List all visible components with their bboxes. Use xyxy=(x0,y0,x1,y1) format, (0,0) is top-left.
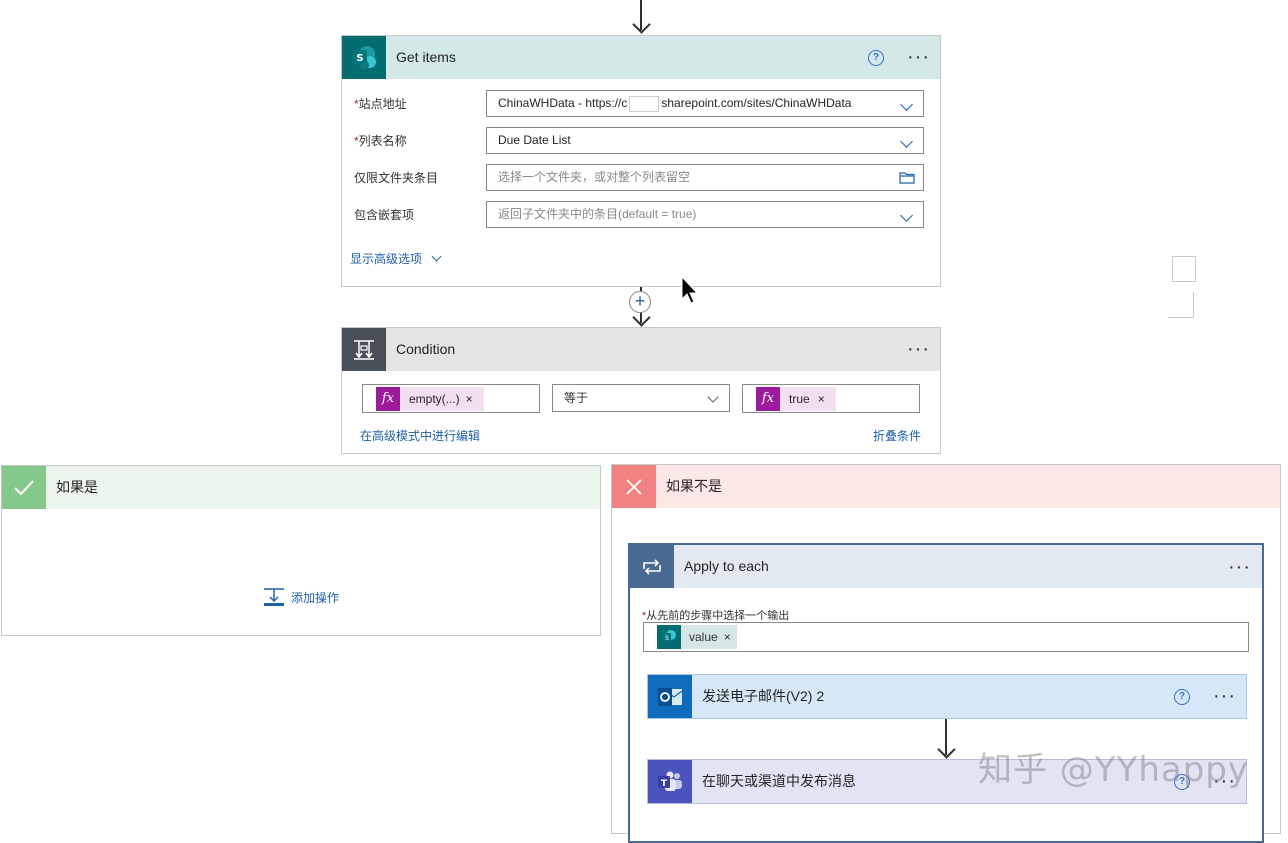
teams-post-title: 在聊天或渠道中发布消息 xyxy=(702,773,856,789)
svg-text:T: T xyxy=(661,779,668,789)
operator-dropdown[interactable]: 等于 xyxy=(552,384,730,412)
condition-icon xyxy=(342,328,386,371)
add-action-icon xyxy=(264,588,284,606)
if-no-header[interactable]: 如果不是 xyxy=(612,465,1280,508)
watermark: 知乎 @YYhappy xyxy=(978,750,1250,790)
advanced-mode-link[interactable]: 在高级模式中进行编辑 xyxy=(360,427,480,444)
more-options-icon[interactable]: ··· xyxy=(1213,686,1236,706)
more-options-icon[interactable]: ··· xyxy=(907,47,930,67)
if-yes-header[interactable]: 如果是 xyxy=(2,466,600,509)
top-connector-arrow xyxy=(632,15,651,34)
if-no-title: 如果不是 xyxy=(666,478,722,494)
chevron-down-icon[interactable] xyxy=(900,98,913,111)
get-items-title: Get items xyxy=(396,49,456,65)
teams-icon: T xyxy=(648,760,692,803)
apply-to-each-title: Apply to each xyxy=(684,558,769,574)
list-name-field[interactable]: Due Date List xyxy=(486,127,924,154)
outlook-icon xyxy=(648,675,692,718)
site-address-field[interactable]: ChinaWHData - https://c sharepoint.com/si… xyxy=(486,90,924,117)
partial-box xyxy=(1172,256,1196,282)
apply-to-each-card[interactable]: Apply to each ··· *从先前的步骤中选择一个输出 S value… xyxy=(628,543,1264,843)
show-advanced-link[interactable]: 显示高级选项 xyxy=(350,250,442,267)
svg-text:S: S xyxy=(665,635,669,642)
get-items-header[interactable]: S Get items ? ··· xyxy=(342,36,940,79)
apply-to-each-header[interactable]: Apply to each ··· xyxy=(630,545,1262,588)
site-address-label: *站点地址 xyxy=(354,97,407,111)
folder-icon[interactable] xyxy=(899,171,915,184)
chevron-down-icon[interactable] xyxy=(900,209,913,222)
add-action-button[interactable]: 添加操作 xyxy=(263,587,339,607)
expression-token[interactable]: fx true × xyxy=(756,387,836,411)
checkmark-icon xyxy=(2,466,46,509)
partial-box xyxy=(1168,292,1194,318)
loop-icon xyxy=(630,545,674,588)
condition-left-operand[interactable]: fx empty(...) × xyxy=(362,384,540,413)
get-items-card[interactable]: S Get items ? ··· *站点地址 ChinaWHData - ht… xyxy=(341,35,941,287)
condition-card[interactable]: Condition ··· fx empty(...) × 等于 fx true… xyxy=(341,327,941,454)
nested-items-label: 包含嵌套项 xyxy=(354,208,415,222)
redaction-box xyxy=(629,95,660,112)
sharepoint-icon: S xyxy=(657,625,681,649)
value-token[interactable]: S value × xyxy=(657,625,737,649)
help-icon[interactable]: ? xyxy=(1174,689,1190,705)
chevron-down-icon[interactable] xyxy=(900,135,913,148)
list-name-label: *列表名称 xyxy=(354,134,407,148)
if-yes-title: 如果是 xyxy=(56,479,98,495)
select-output-field[interactable]: S value × xyxy=(643,622,1249,652)
more-options-icon[interactable]: ··· xyxy=(907,339,930,359)
chevron-down-icon xyxy=(431,251,442,262)
expression-token[interactable]: fx empty(...) × xyxy=(376,387,484,411)
condition-header[interactable]: Condition ··· xyxy=(342,328,940,371)
chevron-down-icon[interactable] xyxy=(707,391,719,403)
fx-icon: fx xyxy=(376,387,400,411)
mouse-cursor-icon xyxy=(681,275,699,304)
send-email-title: 发送电子邮件(V2) 2 xyxy=(702,688,825,704)
collapse-condition-link[interactable]: 折叠条件 xyxy=(873,427,921,444)
add-action-label[interactable]: 添加操作 xyxy=(291,589,339,606)
sharepoint-icon: S xyxy=(342,36,386,79)
if-yes-branch[interactable]: 如果是 添加操作 xyxy=(1,465,601,636)
folder-only-label: 仅限文件夹条目 xyxy=(354,171,439,185)
remove-token-icon[interactable]: × xyxy=(818,392,825,406)
fx-icon: fx xyxy=(756,387,780,411)
close-icon xyxy=(612,465,656,508)
condition-title: Condition xyxy=(396,341,456,357)
connector-arrow xyxy=(937,740,956,759)
more-options-icon[interactable]: ··· xyxy=(1228,557,1251,577)
select-output-label: *从先前的步骤中选择一个输出 xyxy=(642,610,790,622)
nested-items-field[interactable]: 返回子文件夹中的条目(default = true) xyxy=(486,201,924,228)
help-icon[interactable]: ? xyxy=(868,50,884,66)
svg-text:S: S xyxy=(356,53,363,64)
condition-right-operand[interactable]: fx true × xyxy=(742,384,920,413)
remove-token-icon[interactable]: × xyxy=(724,630,731,644)
send-email-card[interactable]: 发送电子邮件(V2) 2 ? ··· xyxy=(647,674,1247,719)
remove-token-icon[interactable]: × xyxy=(466,392,473,406)
folder-field[interactable]: 选择一个文件夹，或对整个列表留空 xyxy=(486,164,924,191)
